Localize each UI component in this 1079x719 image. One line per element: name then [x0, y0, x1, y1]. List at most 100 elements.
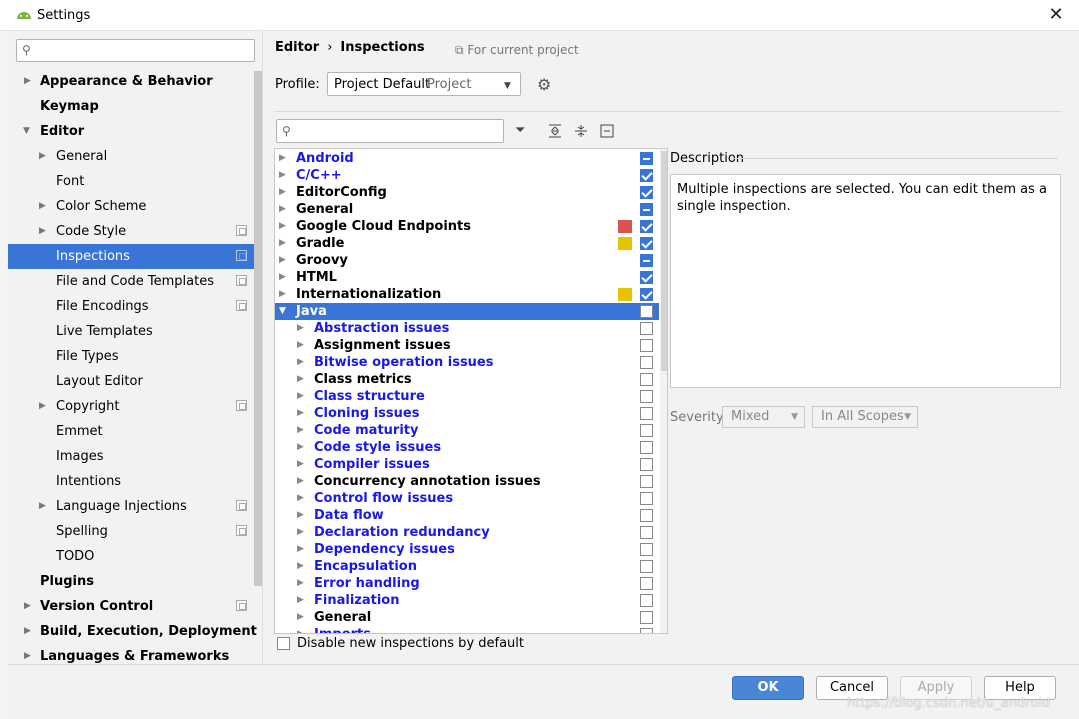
tree-row-gradle[interactable]: ▶ Gradle: [275, 235, 659, 252]
sidebar-item-build-execution[interactable]: ▶ Build, Execution, Deployment: [8, 619, 262, 644]
gear-icon[interactable]: ⚙: [537, 75, 551, 94]
sidebar-item-todo[interactable]: TODO: [8, 544, 262, 569]
sidebar-item-language-injections[interactable]: ▶ Language Injections: [8, 494, 262, 519]
expand-all-icon[interactable]: [548, 124, 562, 138]
tree-row-class-structure[interactable]: ▶ Class structure: [275, 388, 659, 405]
tree-row-checkbox[interactable]: [640, 475, 653, 488]
expand-arrow-icon[interactable]: ▶: [297, 354, 304, 371]
tree-row-checkbox[interactable]: [640, 152, 653, 165]
collapse-arrow-icon[interactable]: ▼: [23, 119, 30, 144]
sidebar-search-input[interactable]: ⚲: [16, 39, 255, 62]
tree-row-checkbox[interactable]: [640, 509, 653, 522]
sidebar-item-plugins[interactable]: Plugins: [8, 569, 262, 594]
sidebar-item-file-encodings[interactable]: File Encodings: [8, 294, 262, 319]
tree-row-checkbox[interactable]: [640, 373, 653, 386]
tree-row-checkbox[interactable]: [640, 254, 653, 267]
tree-row-checkbox[interactable]: [640, 611, 653, 624]
tree-row-checkbox[interactable]: [640, 271, 653, 284]
expand-arrow-icon[interactable]: ▶: [297, 507, 304, 524]
expand-arrow-icon[interactable]: ▶: [279, 235, 286, 252]
expand-arrow-icon[interactable]: ▶: [279, 269, 286, 286]
expand-arrow-icon[interactable]: ▶: [39, 219, 46, 244]
expand-arrow-icon[interactable]: ▶: [24, 619, 31, 644]
expand-arrow-icon[interactable]: ▶: [297, 490, 304, 507]
tree-row-checkbox[interactable]: [640, 560, 653, 573]
expand-arrow-icon[interactable]: ▶: [24, 644, 31, 664]
expand-arrow-icon[interactable]: ▶: [279, 201, 286, 218]
expand-arrow-icon[interactable]: ▶: [24, 594, 31, 619]
sidebar-item-color-scheme[interactable]: ▶ Color Scheme: [8, 194, 262, 219]
tree-row-checkbox[interactable]: [640, 322, 653, 335]
sidebar-item-version-control[interactable]: ▶ Version Control: [8, 594, 262, 619]
ok-button[interactable]: OK: [732, 676, 804, 700]
tree-row-checkbox[interactable]: [640, 220, 653, 233]
expand-arrow-icon[interactable]: ▶: [279, 167, 286, 184]
inspection-tree[interactable]: ▶ Android ▶ C/C++ ▶ EditorConfig ▶ Gener…: [274, 148, 668, 634]
expand-arrow-icon[interactable]: ▶: [297, 592, 304, 609]
tree-row-editorconfig[interactable]: ▶ EditorConfig: [275, 184, 659, 201]
tree-row-bitwise-operation-issues[interactable]: ▶ Bitwise operation issues: [275, 354, 659, 371]
sidebar-scrollbar[interactable]: [254, 71, 262, 586]
expand-arrow-icon[interactable]: ▶: [297, 320, 304, 337]
tree-row-code-maturity[interactable]: ▶ Code maturity: [275, 422, 659, 439]
expand-arrow-icon[interactable]: ▶: [297, 337, 304, 354]
tree-row-groovy[interactable]: ▶ Groovy: [275, 252, 659, 269]
tree-row-cpp[interactable]: ▶ C/C++: [275, 167, 659, 184]
severity-dropdown[interactable]: Mixed ▼: [722, 406, 805, 428]
sidebar-item-layout-editor[interactable]: Layout Editor: [8, 369, 262, 394]
tree-row-cloning-issues[interactable]: ▶ Cloning issues: [275, 405, 659, 422]
expand-arrow-icon[interactable]: ▶: [297, 405, 304, 422]
close-icon[interactable]: ✕: [1046, 5, 1066, 25]
sidebar-item-keymap[interactable]: Keymap: [8, 94, 262, 119]
disable-new-inspections-checkbox[interactable]: [277, 637, 290, 650]
tree-row-control-flow-issues[interactable]: ▶ Control flow issues: [275, 490, 659, 507]
sidebar-item-intentions[interactable]: Intentions: [8, 469, 262, 494]
tree-row-checkbox[interactable]: [640, 543, 653, 556]
expand-arrow-icon[interactable]: ▶: [279, 252, 286, 269]
tree-row-declaration-redundancy[interactable]: ▶ Declaration redundancy: [275, 524, 659, 541]
tree-scrollbar[interactable]: [660, 149, 667, 633]
expand-arrow-icon[interactable]: ▶: [297, 371, 304, 388]
tree-row-checkbox[interactable]: [640, 594, 653, 607]
tree-row-checkbox[interactable]: [640, 407, 653, 420]
expand-arrow-icon[interactable]: ▶: [297, 558, 304, 575]
tree-row-imports[interactable]: ▶ Imports: [275, 626, 659, 633]
sidebar-item-images[interactable]: Images: [8, 444, 262, 469]
tree-row-checkbox[interactable]: [640, 390, 653, 403]
tree-row-checkbox[interactable]: [640, 288, 653, 301]
tree-row-html[interactable]: ▶ HTML: [275, 269, 659, 286]
expand-arrow-icon[interactable]: ▶: [297, 388, 304, 405]
expand-arrow-icon[interactable]: ▶: [297, 473, 304, 490]
tree-row-internationalization[interactable]: ▶ Internationalization: [275, 286, 659, 303]
tree-row-java[interactable]: ▼ Java: [275, 303, 659, 320]
inspection-search-input[interactable]: ⚲: [276, 119, 504, 143]
tree-row-dependency-issues[interactable]: ▶ Dependency issues: [275, 541, 659, 558]
expand-arrow-icon[interactable]: ▶: [297, 524, 304, 541]
sidebar-item-emmet[interactable]: Emmet: [8, 419, 262, 444]
tree-row-checkbox[interactable]: [640, 441, 653, 454]
expand-arrow-icon[interactable]: ▶: [297, 541, 304, 558]
reset-icon[interactable]: [600, 124, 614, 138]
tree-row-finalization[interactable]: ▶ Finalization: [275, 592, 659, 609]
tree-row-checkbox[interactable]: [640, 203, 653, 216]
expand-arrow-icon[interactable]: ▶: [24, 69, 31, 94]
sidebar-item-appearance-behavior[interactable]: ▶ Appearance & Behavior: [8, 69, 262, 94]
expand-arrow-icon[interactable]: ▶: [279, 218, 286, 235]
sidebar-item-live-templates[interactable]: Live Templates: [8, 319, 262, 344]
tree-row-compiler-issues[interactable]: ▶ Compiler issues: [275, 456, 659, 473]
sidebar-item-copyright[interactable]: ▶ Copyright: [8, 394, 262, 419]
sidebar-item-font[interactable]: Font: [8, 169, 262, 194]
sidebar-item-spelling[interactable]: Spelling: [8, 519, 262, 544]
collapse-arrow-icon[interactable]: ▼: [279, 303, 286, 320]
expand-arrow-icon[interactable]: ▶: [297, 456, 304, 473]
sidebar-item-file-code-templates[interactable]: File and Code Templates: [8, 269, 262, 294]
expand-arrow-icon[interactable]: ▶: [297, 626, 304, 633]
tree-row-checkbox[interactable]: [640, 577, 653, 590]
tree-row-checkbox[interactable]: [640, 356, 653, 369]
collapse-all-icon[interactable]: [574, 124, 588, 138]
expand-arrow-icon[interactable]: ▶: [297, 609, 304, 626]
expand-arrow-icon[interactable]: ▶: [39, 144, 46, 169]
expand-arrow-icon[interactable]: ▶: [297, 575, 304, 592]
expand-arrow-icon[interactable]: ▶: [297, 422, 304, 439]
tree-row-abstraction-issues[interactable]: ▶ Abstraction issues: [275, 320, 659, 337]
